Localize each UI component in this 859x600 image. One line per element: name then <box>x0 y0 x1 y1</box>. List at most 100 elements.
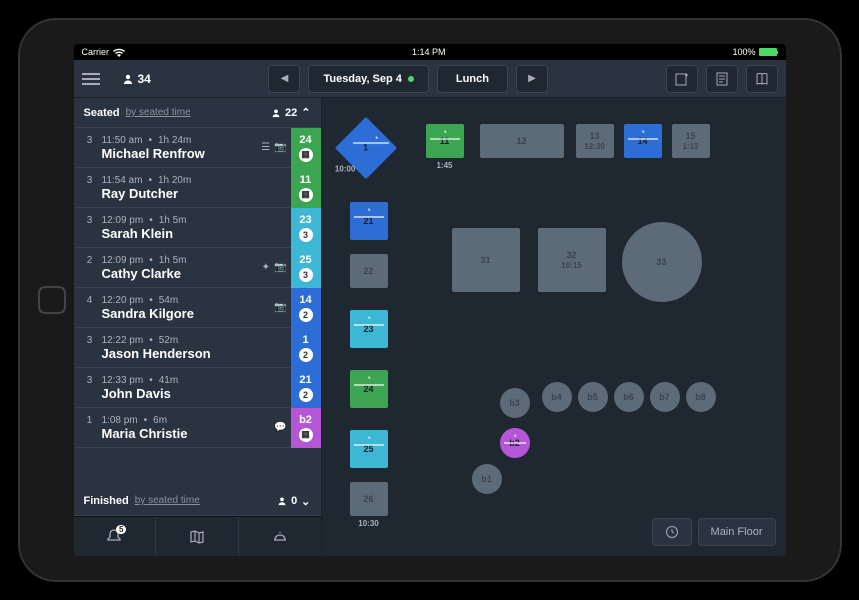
add-reservation-icon <box>675 72 689 86</box>
seated-time: 1:08 pm <box>102 415 138 426</box>
table-badge[interactable]: 142 <box>291 288 321 328</box>
floor-button[interactable] <box>156 517 239 556</box>
reservation-info: 312:33 pm•41mJohn Davis <box>84 375 287 401</box>
table-24[interactable]: ◔24 <box>350 370 388 408</box>
finished-sort[interactable]: by seated time <box>135 495 200 506</box>
table-b2[interactable]: ◔b2 <box>500 428 530 458</box>
seated-sort[interactable]: by seated time <box>126 107 191 118</box>
guest-name: Sarah Klein <box>84 226 287 241</box>
table-b1[interactable]: b1 <box>472 464 502 494</box>
party-size: 3 <box>84 215 96 226</box>
duration: 54m <box>159 295 178 306</box>
reservation-row[interactable]: 312:09 pm•1h 5mSarah Klein233 <box>74 208 321 248</box>
reservation-row[interactable]: 311:50 am•1h 24mMichael Renfrow☰📷24▦ <box>74 128 321 168</box>
shift-label: Lunch <box>456 73 489 85</box>
date-label: Tuesday, Sep 4 <box>323 73 401 85</box>
reservation-row[interactable]: 311:54 am•1h 20mRay Dutcher11▦ <box>74 168 321 208</box>
person-icon <box>277 496 287 506</box>
wifi-icon <box>113 48 125 57</box>
notes-button[interactable] <box>706 65 738 93</box>
home-button[interactable] <box>38 286 66 314</box>
table-21[interactable]: ◔21 <box>350 202 388 240</box>
party-size: 3 <box>84 335 96 346</box>
reservation-row[interactable]: 11:08 pm•6mMaria Christie💬b2▦ <box>74 408 321 448</box>
table-badge[interactable]: 212 <box>291 368 321 408</box>
table-badge[interactable]: b2▦ <box>291 408 321 448</box>
menu-button[interactable] <box>82 73 106 85</box>
reservation-row[interactable]: 312:22 pm•52mJason Henderson12 <box>74 328 321 368</box>
chat-icon: 💬 <box>274 422 286 433</box>
add-reservation-button[interactable] <box>666 65 698 93</box>
reservation-row[interactable]: 312:33 pm•41mJohn Davis212 <box>74 368 321 408</box>
next-day-button[interactable]: ▶ <box>516 65 548 93</box>
ios-status-bar: Carrier 1:14 PM 100% <box>74 44 786 60</box>
table-25[interactable]: ◔25 <box>350 430 388 468</box>
battery-label: 100% <box>732 47 755 57</box>
table-22[interactable]: 22 <box>350 254 388 288</box>
table-b4[interactable]: b4 <box>542 382 572 412</box>
table-b3[interactable]: b3 <box>500 388 530 418</box>
table-b7[interactable]: b7 <box>650 382 680 412</box>
table-badge[interactable]: 12 <box>291 328 321 368</box>
notes-icon <box>715 72 729 86</box>
party-size: 3 <box>84 135 96 146</box>
table-33[interactable]: 33 <box>622 222 702 302</box>
finished-title: Finished <box>84 495 129 507</box>
seated-time: 12:09 pm <box>102 215 144 226</box>
battery-icon <box>759 48 777 56</box>
seat-icon: ▦ <box>299 428 313 442</box>
duration: 1h 24m <box>158 135 191 146</box>
reservation-row[interactable]: 212:09 pm•1h 5mCathy Clarke✦📷253 <box>74 248 321 288</box>
course-indicator: 2 <box>299 388 313 402</box>
table-b5[interactable]: b5 <box>578 382 608 412</box>
table-id-label: b7 <box>659 392 670 402</box>
service-button[interactable] <box>239 517 321 556</box>
table-13[interactable]: 1312:30 <box>576 124 614 158</box>
reservation-tags: 💬 <box>274 422 286 433</box>
time-view-button[interactable] <box>652 518 692 546</box>
table-11[interactable]: ◔111:45 <box>426 124 464 158</box>
main-content: Seated by seated time 22 ⌃ 311:50 am•1h … <box>74 98 786 556</box>
table-32[interactable]: 3210:15 <box>538 228 606 292</box>
total-guest-count[interactable]: 34 <box>122 72 151 86</box>
table-badge[interactable]: 253 <box>291 248 321 288</box>
prev-day-button[interactable]: ◀ <box>268 65 300 93</box>
cloche-icon <box>271 528 289 546</box>
guest-name: Maria Christie <box>84 426 275 441</box>
duration: 1h 5m <box>159 255 187 266</box>
date-picker[interactable]: Tuesday, Sep 4 <box>308 65 428 93</box>
table-id-label: 12 <box>516 136 526 146</box>
table-badge[interactable]: 233 <box>291 208 321 248</box>
table-badge[interactable]: 24▦ <box>291 128 321 168</box>
table-14[interactable]: ◔14 <box>624 124 662 158</box>
table-b8[interactable]: b8 <box>686 382 716 412</box>
shift-picker[interactable]: Lunch <box>437 65 508 93</box>
reservation-list[interactable]: 311:50 am•1h 24mMichael Renfrow☰📷24▦311:… <box>74 128 321 486</box>
floor-plan[interactable]: Main Floor ◔110:00 ◔111:45 12 1312:30 ◔14 151… <box>322 98 786 556</box>
reservation-row[interactable]: 412:20 pm•54mSandra Kilgore📷142 <box>74 288 321 328</box>
note-icon: ☰ <box>261 142 270 153</box>
party-size: 2 <box>84 255 96 266</box>
seated-section-header[interactable]: Seated by seated time 22 ⌃ <box>74 98 321 128</box>
notifications-button[interactable]: 5 <box>74 517 157 556</box>
person-icon <box>122 73 134 85</box>
book-button[interactable] <box>746 65 778 93</box>
progress-bar <box>354 384 384 386</box>
seated-title: Seated <box>84 107 120 119</box>
table-badge[interactable]: 11▦ <box>291 168 321 208</box>
book-icon <box>755 72 769 86</box>
table-b6[interactable]: b6 <box>614 382 644 412</box>
table-15[interactable]: 151:13 <box>672 124 710 158</box>
table-id-label: b1 <box>481 474 492 484</box>
finished-section-header[interactable]: Finished by seated time 0 ⌃ <box>74 486 321 516</box>
table-26[interactable]: 2610:30 <box>350 482 388 516</box>
reservation-info: 311:54 am•1h 20mRay Dutcher <box>84 175 287 201</box>
table-12[interactable]: 12 <box>480 124 564 158</box>
table-1[interactable]: ◔110:00 <box>334 117 396 179</box>
status-icon: ◔ <box>624 127 662 137</box>
duration: 1h 5m <box>159 215 187 226</box>
table-23[interactable]: ◔23 <box>350 310 388 348</box>
floor-selector-button[interactable]: Main Floor <box>698 518 776 546</box>
table-31[interactable]: 31 <box>452 228 520 292</box>
today-indicator-icon <box>408 76 414 82</box>
